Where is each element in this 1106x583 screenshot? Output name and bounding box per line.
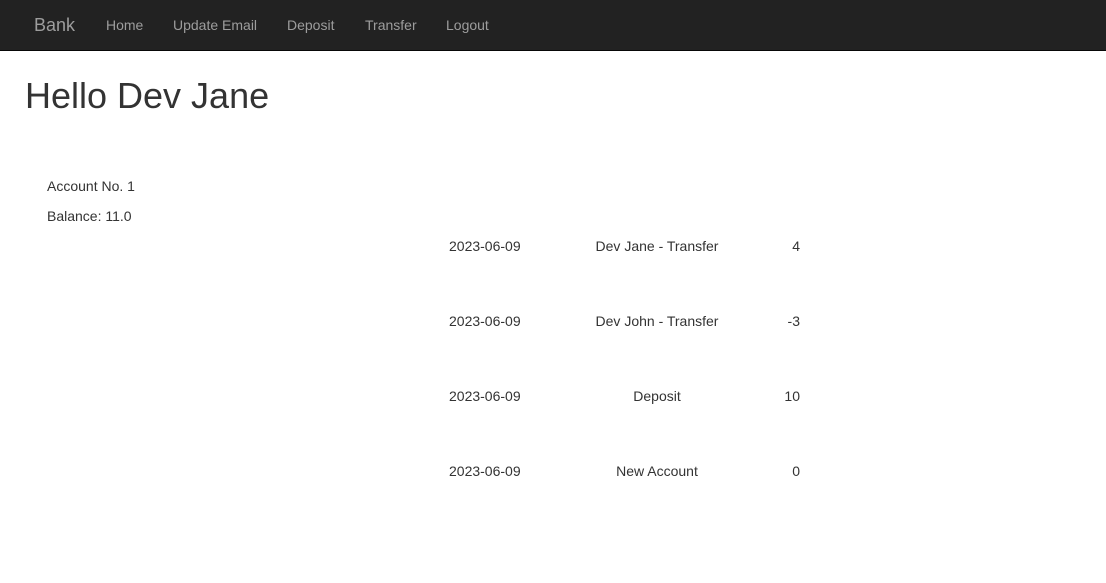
transaction-description: Deposit [633,388,681,404]
nav-link-logout[interactable]: Logout [446,16,489,34]
nav-link-deposit[interactable]: Deposit [287,16,334,34]
account-number: Account No. 1 [47,178,135,194]
transaction-date: 2023-06-09 [449,463,521,479]
top-navbar: Bank Home Update Email Deposit Transfer … [0,0,1106,51]
table-row: 2023-06-09 Dev Jane - Transfer 4 [430,236,820,256]
table-row: 2023-06-09 New Account 0 [430,461,820,481]
page-title: Hello Dev Jane [25,75,270,116]
brand-link[interactable]: Bank [34,14,75,36]
transaction-date: 2023-06-09 [449,313,521,329]
transaction-amount: 10 [784,388,800,404]
transaction-amount: -3 [787,313,800,329]
transaction-amount: 0 [792,463,800,479]
transaction-description: Dev John - Transfer [595,313,719,329]
nav-link-update-email[interactable]: Update Email [173,16,257,34]
account-balance: Balance: 11.0 [47,208,132,224]
transaction-date: 2023-06-09 [449,238,521,254]
nav-link-home[interactable]: Home [106,16,143,34]
table-row: 2023-06-09 Dev John - Transfer -3 [430,311,820,331]
table-row: 2023-06-09 Deposit 10 [430,386,820,406]
transaction-description: New Account [616,463,698,479]
transaction-date: 2023-06-09 [449,388,521,404]
nav-link-transfer[interactable]: Transfer [365,16,417,34]
transaction-description: Dev Jane - Transfer [595,238,719,254]
transaction-amount: 4 [792,238,800,254]
